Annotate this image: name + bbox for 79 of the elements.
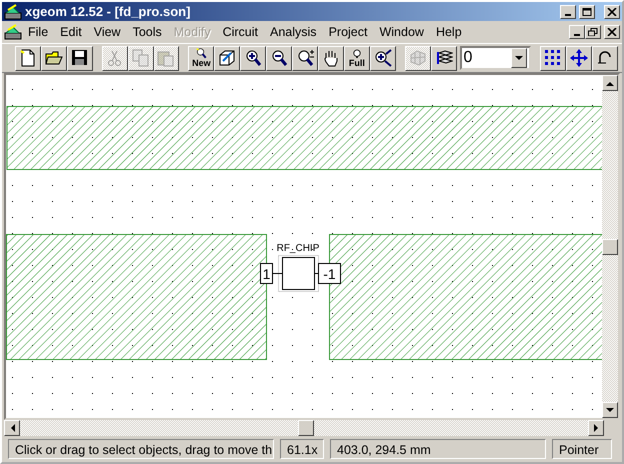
folder-button[interactable] xyxy=(40,46,67,70)
mesh-icon xyxy=(408,49,427,67)
port-number: -1 xyxy=(323,266,336,282)
zoom-arrows-icon xyxy=(374,49,392,67)
scroll-left-button[interactable] xyxy=(4,420,20,436)
loop-button[interactable] xyxy=(592,46,618,70)
page-button[interactable] xyxy=(15,46,41,70)
app-icon xyxy=(4,4,22,20)
new-zoom-button[interactable]: New xyxy=(188,46,214,70)
cube-icon xyxy=(218,49,236,67)
layers-icon xyxy=(434,49,453,67)
full-zoom-button[interactable]: Full xyxy=(344,46,370,70)
right-arrow-icon xyxy=(594,424,598,432)
port-number: 1 xyxy=(262,266,270,282)
move-arrows-icon xyxy=(570,49,588,67)
maximize-button[interactable] xyxy=(579,4,595,18)
close-icon xyxy=(607,8,617,16)
menu-item[interactable]: Circuit xyxy=(216,22,264,42)
scroll-thumb[interactable] xyxy=(298,420,314,436)
restore-icon xyxy=(588,28,598,36)
full-zoom-icon xyxy=(352,48,361,58)
menu-item[interactable]: Help xyxy=(430,22,468,42)
status-message: Click or drag to select objects, drag to move th xyxy=(8,439,274,459)
cube-button[interactable] xyxy=(214,46,240,70)
folder-icon xyxy=(44,49,63,67)
minimize-icon xyxy=(565,14,571,16)
up-arrow-icon xyxy=(606,80,614,86)
metal-polygon[interactable] xyxy=(6,106,602,170)
copy-icon xyxy=(132,49,150,67)
layers-button[interactable] xyxy=(430,46,456,70)
dropdown-arrow-icon xyxy=(515,56,524,60)
minimize-icon xyxy=(574,34,580,36)
close-icon xyxy=(607,28,617,36)
menu-item[interactable]: View xyxy=(88,22,127,42)
close-button[interactable] xyxy=(604,4,620,18)
zoom-arrows-button[interactable] xyxy=(370,46,396,70)
zoom-plus-minus-icon xyxy=(296,49,314,67)
move-arrows-button[interactable] xyxy=(566,46,592,70)
minimize-button[interactable] xyxy=(569,25,585,39)
cursor-coordinates: 403.0, 294.5 mm xyxy=(330,439,546,459)
down-arrow-icon xyxy=(606,408,614,412)
zoom-level: 61.1x xyxy=(280,439,324,459)
layer-dropdown[interactable]: 0 xyxy=(460,46,532,70)
grid-dots-button[interactable] xyxy=(540,46,566,70)
window-title: xgeom 12.52 - [fd_pro.son] xyxy=(25,2,190,21)
close-button[interactable] xyxy=(604,25,620,39)
disk-button[interactable] xyxy=(66,46,93,70)
port-box[interactable] xyxy=(260,263,273,284)
paste-icon xyxy=(157,49,176,67)
menu-item[interactable]: File xyxy=(22,22,54,42)
menu-item[interactable]: Project xyxy=(322,22,374,42)
maximize-icon xyxy=(582,8,592,16)
page-icon xyxy=(18,49,37,67)
zoom-out-button[interactable] xyxy=(266,46,292,70)
zoom-out-icon xyxy=(270,49,288,67)
menu-item[interactable]: Window xyxy=(373,22,430,42)
zoom-in-icon xyxy=(244,49,262,67)
scroll-right-button[interactable] xyxy=(588,420,604,436)
grid-dots-icon xyxy=(544,49,562,67)
component-label: RF_CHIP xyxy=(276,243,320,254)
scissors-icon xyxy=(106,49,124,67)
minimize-button[interactable] xyxy=(560,4,576,18)
hand-button[interactable] xyxy=(318,46,344,70)
menu-item[interactable]: Tools xyxy=(126,22,168,42)
scroll-down-button[interactable] xyxy=(602,402,618,418)
tool-mode: Pointer xyxy=(552,439,612,459)
menu-item[interactable]: Edit xyxy=(54,22,88,42)
zoom-in-button[interactable] xyxy=(240,46,266,70)
left-arrow-icon xyxy=(10,424,14,432)
zoom-plus-minus-button[interactable] xyxy=(292,46,318,70)
hand-icon xyxy=(322,49,340,67)
document-icon xyxy=(4,24,22,40)
restore-button[interactable] xyxy=(585,25,601,39)
scroll-thumb[interactable] xyxy=(602,238,618,254)
new-zoom-icon xyxy=(196,48,207,59)
menu-item[interactable]: Analysis xyxy=(264,22,323,42)
port-box[interactable] xyxy=(318,263,341,284)
component-box[interactable] xyxy=(282,257,315,290)
scroll-up-button[interactable] xyxy=(602,75,618,91)
